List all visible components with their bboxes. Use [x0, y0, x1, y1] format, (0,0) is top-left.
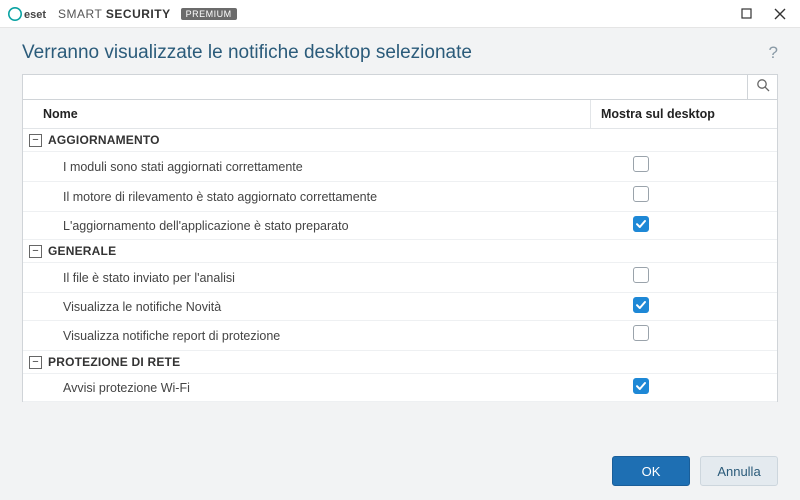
group-label: AGGIORNAMENTO: [48, 133, 160, 147]
show-on-desktop-checkbox[interactable]: [633, 216, 649, 232]
ok-button[interactable]: OK: [612, 456, 690, 486]
show-on-desktop-checkbox[interactable]: [633, 156, 649, 172]
search-icon: [756, 78, 770, 97]
item-row: I moduli sono stati aggiornati correttam…: [23, 152, 777, 182]
search-bar: [22, 74, 778, 100]
item-check-cell: [591, 267, 777, 288]
item-check-cell: [591, 378, 777, 397]
titlebar: eset SMART SECURITY PREMIUM: [0, 0, 800, 28]
item-row: Avvisi protezione Wi-Fi: [23, 374, 777, 402]
show-on-desktop-checkbox[interactable]: [633, 267, 649, 283]
item-name: L'aggiornamento dell'applicazione è stat…: [23, 219, 591, 233]
brand-name-bold: SECURITY: [106, 7, 171, 21]
item-name: Visualizza le notifiche Novità: [23, 300, 591, 314]
cancel-button[interactable]: Annulla: [700, 456, 778, 486]
column-name[interactable]: Nome: [23, 100, 591, 128]
item-row: Visualizza le notifiche Novità: [23, 293, 777, 321]
content: Nome Mostra sul desktop −AGGIORNAMENTOI …: [0, 74, 800, 402]
item-name: Visualizza notifiche report di protezion…: [23, 329, 591, 343]
collapse-toggle-icon[interactable]: −: [29, 356, 42, 369]
group-label: GENERALE: [48, 244, 116, 258]
item-name: Il file è stato inviato per l'analisi: [23, 271, 591, 285]
item-name: I moduli sono stati aggiornati correttam…: [23, 160, 591, 174]
table-header: Nome Mostra sul desktop: [23, 100, 777, 129]
page-title: Verranno visualizzate le notifiche deskt…: [22, 42, 472, 64]
brand: eset SMART SECURITY PREMIUM: [8, 7, 237, 21]
item-row: Il motore di rilevamento è stato aggiorn…: [23, 182, 777, 212]
item-check-cell: [591, 325, 777, 346]
item-row: L'aggiornamento dell'applicazione è stat…: [23, 212, 777, 240]
eset-logo-icon: eset: [8, 7, 52, 21]
item-name: Il motore di rilevamento è stato aggiorn…: [23, 190, 591, 204]
table-body: −AGGIORNAMENTOI moduli sono stati aggior…: [23, 129, 777, 402]
help-icon[interactable]: ?: [769, 43, 778, 63]
maximize-icon[interactable]: [734, 4, 758, 24]
item-check-cell: [591, 216, 777, 235]
item-check-cell: [591, 186, 777, 207]
collapse-toggle-icon[interactable]: −: [29, 134, 42, 147]
show-on-desktop-checkbox[interactable]: [633, 378, 649, 394]
group-row: −AGGIORNAMENTO: [23, 129, 777, 152]
brand-name: SMART SECURITY: [58, 7, 171, 21]
search-button[interactable]: [747, 75, 777, 99]
brand-name-light: SMART: [58, 7, 102, 21]
brand-company: eset: [24, 9, 46, 21]
group-row: −PROTEZIONE DI RETE: [23, 351, 777, 374]
window-controls: [734, 4, 792, 24]
footer: OK Annulla: [0, 444, 800, 500]
settings-table: Nome Mostra sul desktop −AGGIORNAMENTOI …: [22, 100, 778, 402]
show-on-desktop-checkbox[interactable]: [633, 297, 649, 313]
close-icon[interactable]: [768, 4, 792, 24]
group-row: −GENERALE: [23, 240, 777, 263]
column-show-on-desktop[interactable]: Mostra sul desktop: [591, 100, 777, 128]
search-input[interactable]: [23, 75, 747, 99]
item-check-cell: [591, 156, 777, 177]
show-on-desktop-checkbox[interactable]: [633, 325, 649, 341]
item-row: Il file è stato inviato per l'analisi: [23, 263, 777, 293]
item-name: Avvisi protezione Wi-Fi: [23, 381, 591, 395]
show-on-desktop-checkbox[interactable]: [633, 186, 649, 202]
group-label: PROTEZIONE DI RETE: [48, 355, 180, 369]
item-check-cell: [591, 297, 777, 316]
header: Verranno visualizzate le notifiche deskt…: [0, 28, 800, 74]
edition-badge: PREMIUM: [181, 8, 237, 20]
item-row: Visualizza notifiche report di protezion…: [23, 321, 777, 351]
collapse-toggle-icon[interactable]: −: [29, 245, 42, 258]
